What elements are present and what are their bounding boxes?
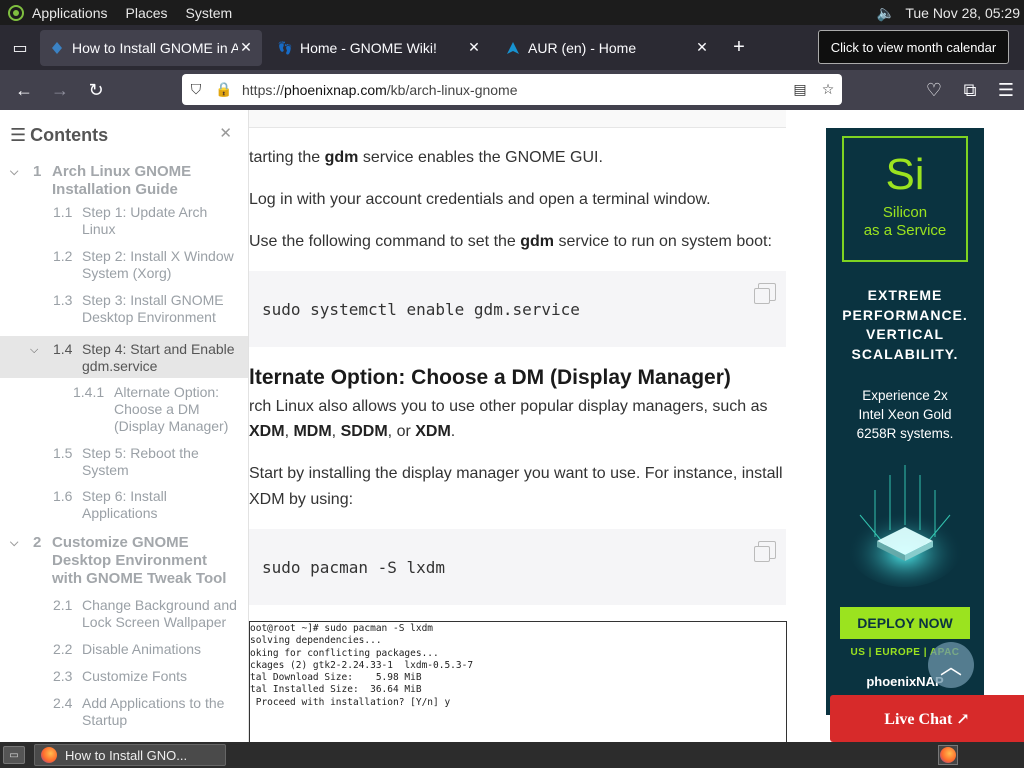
toc-title: Contents bbox=[30, 124, 109, 145]
article-body: tarting the gdm service enables the GNOM… bbox=[249, 110, 804, 742]
distro-logo-icon[interactable] bbox=[8, 4, 24, 21]
ad-logo-box: Si Silicon as a Service bbox=[842, 136, 968, 262]
code-block[interactable]: sudo systemctl enable gdm.service bbox=[249, 271, 786, 347]
bookmark-star-icon[interactable]: ☆ bbox=[814, 81, 842, 98]
clock[interactable]: Tue Nov 28, 05:29 bbox=[905, 5, 1020, 21]
back-icon[interactable]: ← bbox=[6, 70, 42, 110]
system-menu[interactable]: System bbox=[186, 5, 233, 21]
toc-item[interactable]: 1.6 Step 6: Install Applications bbox=[0, 488, 248, 534]
ad-headline: EXTREME PERFORMANCE. VERTICAL SCALABILITY. bbox=[842, 287, 968, 362]
deploy-now-button[interactable]: DEPLOY NOW bbox=[840, 607, 970, 639]
extensions-icon[interactable]: ⧉ bbox=[952, 70, 988, 110]
contents-list-icon: ☰ bbox=[10, 124, 27, 145]
step-text: Start by installing the display manager … bbox=[249, 465, 783, 482]
url-bar[interactable]: ⛉ 🔒 https://phoenixnap.com/kb/arch-linux… bbox=[182, 74, 842, 105]
arch-favicon-icon bbox=[506, 41, 520, 55]
web-content: ☰ Contents ✕ ⌵ 1 Arch Linux GNOME Instal… bbox=[0, 110, 1024, 742]
forward-icon[interactable]: → bbox=[42, 70, 78, 110]
paragraph: XDM, MDM, SDDM, or XDM. bbox=[249, 423, 456, 440]
chevron-down-icon[interactable]: ⌵ bbox=[30, 342, 38, 359]
lock-icon[interactable]: 🔒 bbox=[210, 81, 238, 98]
reader-view-icon[interactable]: ▤ bbox=[786, 81, 814, 98]
tab-title: Home - GNOME Wiki! bbox=[300, 39, 437, 56]
url-text[interactable]: https://phoenixnap.com/kb/arch-linux-gno… bbox=[242, 82, 786, 98]
tab-title: AUR (en) - Home bbox=[528, 39, 637, 56]
toc-item-active[interactable]: ⌵ 1.4 Step 4: Start and Enable gdm.servi… bbox=[0, 336, 248, 378]
reload-icon[interactable]: ↻ bbox=[78, 70, 114, 110]
close-tab-icon[interactable]: ✕ bbox=[694, 39, 710, 56]
step-text: Use the following command to set the gdm… bbox=[249, 233, 772, 250]
ad-body: Experience 2x Intel Xeon Gold 6258R system… bbox=[856, 388, 954, 441]
applications-menu[interactable]: Applications bbox=[32, 5, 108, 21]
code-text[interactable]: sudo systemctl enable gdm.service bbox=[262, 300, 580, 319]
toc-item[interactable]: 1.1 Step 1: Update Arch Linux bbox=[0, 204, 248, 248]
top-panel: Applications Places System 🔈 Tue Nov 28,… bbox=[0, 0, 1024, 25]
code-text[interactable]: sudo pacman -S lxdm bbox=[262, 558, 445, 577]
toc-item[interactable]: 1.3 Step 3: Install GNOME Desktop Enviro… bbox=[0, 292, 248, 336]
gnome-favicon-icon: 👣 bbox=[277, 40, 293, 55]
toc-item[interactable]: 2.2 Disable Animations bbox=[0, 641, 248, 668]
places-menu[interactable]: Places bbox=[126, 5, 168, 21]
toc-item[interactable]: ⌵ 1 Arch Linux GNOME Installation Guide bbox=[0, 160, 248, 204]
toc-item[interactable]: 1.2 Step 2: Install X Window System (Xor… bbox=[0, 248, 248, 292]
copy-icon[interactable] bbox=[754, 541, 776, 562]
chevron-down-icon[interactable]: ⌵ bbox=[10, 534, 18, 552]
toc-item[interactable]: 2.3 Customize Fonts bbox=[0, 668, 248, 695]
toc-item[interactable]: ⌵ 2 Customize GNOME Desktop Environment … bbox=[0, 534, 248, 597]
close-tab-icon[interactable]: ✕ bbox=[466, 39, 482, 56]
list-all-tabs-icon[interactable]: ▭ bbox=[0, 25, 40, 70]
step-text: XDM by using: bbox=[249, 491, 354, 508]
phoenixnap-favicon-icon bbox=[50, 41, 64, 55]
previous-code-block bbox=[249, 110, 786, 128]
close-tab-icon[interactable]: ✕ bbox=[238, 39, 254, 56]
calendar-tooltip: Click to view month calendar bbox=[818, 30, 1009, 64]
navigation-toolbar: ← → ↻ ⛉ 🔒 https://phoenixnap.com/kb/arch… bbox=[0, 70, 1024, 110]
copy-icon[interactable] bbox=[754, 283, 776, 304]
pocket-icon[interactable]: ♡ bbox=[916, 70, 952, 110]
section-heading: lternate Option: Choose a DM (Display Ma… bbox=[249, 366, 731, 389]
tab-title: How to Install GNOME in Ar bbox=[72, 39, 238, 56]
hamburger-menu-icon[interactable]: ☰ bbox=[988, 70, 1024, 110]
terminal-screenshot: oot@root ~]# sudo pacman -S lxdm solving … bbox=[249, 621, 787, 742]
processor-chip-icon bbox=[845, 455, 965, 595]
close-toc-icon[interactable]: ✕ bbox=[219, 124, 232, 142]
tray-firefox-icon[interactable] bbox=[938, 745, 958, 765]
tab-aur[interactable]: AUR (en) - Home ✕ bbox=[496, 30, 718, 66]
toc-item[interactable]: 2.1 Change Background and Lock Screen Wa… bbox=[0, 597, 248, 641]
code-block[interactable]: sudo pacman -S lxdm bbox=[249, 529, 786, 605]
toc-item[interactable]: 1.4.1 Alternate Option: Choose a DM (Dis… bbox=[0, 384, 248, 445]
step-text: Log in with your account credentials and… bbox=[249, 191, 711, 208]
toc-item[interactable]: 1.5 Step 5: Reboot the System bbox=[0, 445, 248, 488]
taskbar-window-firefox[interactable]: How to Install GNO... bbox=[34, 744, 226, 766]
show-desktop-icon[interactable]: ▭ bbox=[3, 746, 25, 764]
paragraph: rch Linux also allows you to use other p… bbox=[249, 398, 768, 415]
bottom-panel: ▭ How to Install GNO... bbox=[0, 742, 1024, 768]
tracking-shield-icon[interactable]: ⛉ bbox=[182, 81, 210, 98]
live-chat-button[interactable]: Live Chat ↗ bbox=[830, 695, 1024, 742]
paragraph: tarting the gdm service enables the GNOM… bbox=[249, 149, 603, 166]
table-of-contents: ☰ Contents ✕ ⌵ 1 Arch Linux GNOME Instal… bbox=[0, 110, 249, 742]
volume-icon[interactable]: 🔈 bbox=[877, 4, 896, 22]
new-tab-icon[interactable]: + bbox=[724, 36, 754, 59]
tab-gnome-wiki[interactable]: 👣 Home - GNOME Wiki! ✕ bbox=[268, 30, 490, 66]
chevron-down-icon[interactable]: ⌵ bbox=[10, 163, 18, 181]
firefox-icon bbox=[41, 747, 57, 763]
scroll-to-top-icon[interactable]: ︿ bbox=[928, 642, 974, 688]
advertisement-banner[interactable]: Si Silicon as a Service EXTREME PERFORMAN… bbox=[826, 128, 984, 715]
toc-item[interactable]: 2.4 Add Applications to the Startup bbox=[0, 695, 248, 739]
tab-arch-gnome[interactable]: How to Install GNOME in Ar ✕ bbox=[40, 29, 262, 66]
